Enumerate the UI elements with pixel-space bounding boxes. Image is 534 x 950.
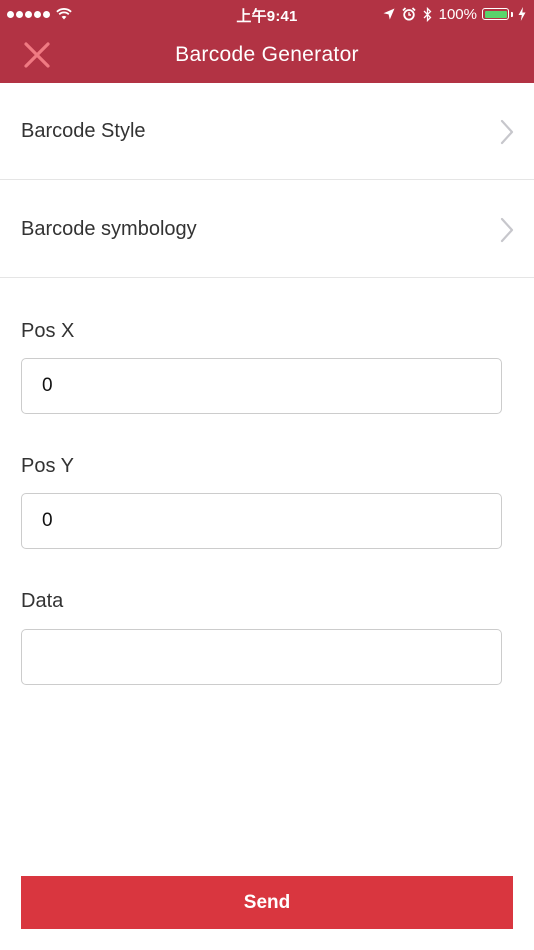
bluetooth-icon <box>423 6 432 22</box>
charging-bolt-icon <box>518 7 526 21</box>
battery-tip <box>511 11 513 17</box>
pos-y-label: Pos Y <box>21 455 74 477</box>
barcode-style-label: Barcode Style <box>21 120 146 142</box>
status-bar: 上午9:41 100% <box>0 0 534 28</box>
battery-fill <box>484 10 507 18</box>
barcode-symbology-label: Barcode symbology <box>21 218 197 240</box>
pos-x-input[interactable] <box>21 358 502 414</box>
chevron-right-icon <box>500 217 514 243</box>
status-right: 100% <box>383 5 526 23</box>
data-input[interactable] <box>21 629 502 685</box>
barcode-symbology-row[interactable]: Barcode symbology <box>0 181 534 278</box>
send-button[interactable]: Send <box>21 876 513 929</box>
nav-bar: Barcode Generator <box>0 28 534 83</box>
data-label: Data <box>21 590 64 612</box>
chevron-right-icon <box>500 119 514 145</box>
barcode-style-row[interactable]: Barcode Style <box>0 83 534 180</box>
battery-percent: 100% <box>438 5 477 23</box>
alarm-icon <box>401 7 416 21</box>
battery-icon <box>482 8 509 20</box>
pos-y-input[interactable] <box>21 493 502 549</box>
page-title: Barcode Generator <box>175 43 359 66</box>
pos-x-label: Pos X <box>21 320 75 342</box>
location-arrow-icon <box>383 8 395 20</box>
